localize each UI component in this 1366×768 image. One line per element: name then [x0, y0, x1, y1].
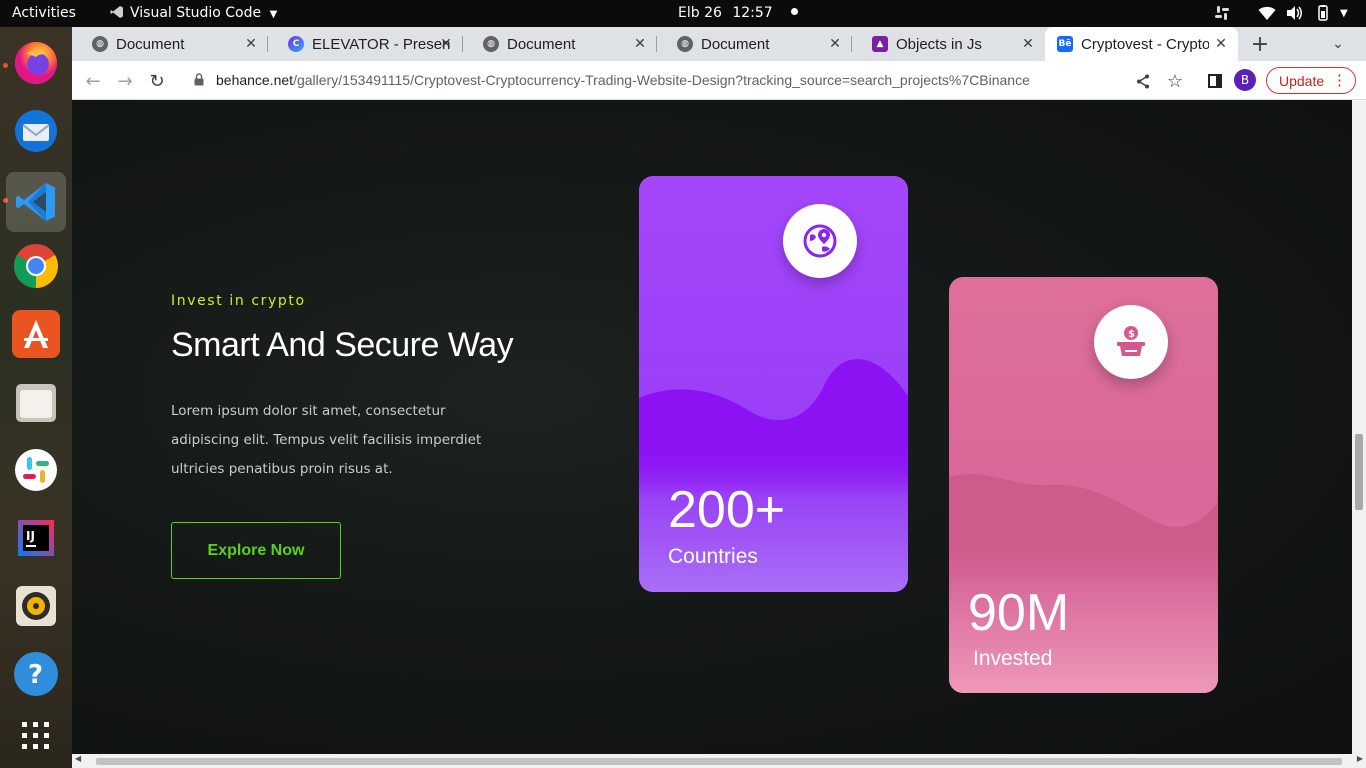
forward-button[interactable]: →	[112, 68, 138, 94]
software-center-icon[interactable]	[12, 310, 60, 358]
thunderbird-icon[interactable]	[12, 107, 60, 155]
tab-search-chevron-icon[interactable]: ⌄	[1325, 31, 1351, 57]
app-name: Visual Studio Code	[130, 5, 262, 21]
clock[interactable]: Elb 26 12:57	[678, 5, 799, 22]
reload-button[interactable]: ↻	[144, 68, 170, 94]
classroom-icon: ▲	[872, 36, 888, 52]
globe-icon: ◍	[677, 36, 693, 52]
behance-icon: Bē	[1057, 36, 1073, 52]
system-menu-caret-icon[interactable]: ▼	[1340, 5, 1348, 22]
scroll-right-arrow-icon[interactable]: ▶	[1357, 754, 1363, 763]
dock: IJ ?	[0, 27, 72, 768]
close-tab-icon[interactable]: ✕	[1019, 35, 1037, 53]
hero-eyebrow: Invest in crypto	[171, 293, 306, 309]
tab-title: Document	[701, 35, 770, 53]
globe-icon: ◍	[92, 36, 108, 52]
slack-tray-icon[interactable]	[1214, 5, 1230, 26]
stat-value: 200+	[668, 481, 786, 539]
hero-title: Smart And Secure Way	[171, 326, 514, 364]
show-applications-icon[interactable]	[12, 712, 60, 760]
hero-description: Lorem ipsum dolor sit amet, consectetur …	[171, 403, 482, 477]
tab-cryptovest[interactable]: Bē Cryptovest - Crypto ✕	[1045, 27, 1238, 61]
stat-card-invested: $ 90M Invested	[949, 277, 1218, 693]
vscode-small-icon	[110, 5, 124, 19]
vscode-icon[interactable]	[6, 172, 66, 232]
tab-title: Cryptovest - Crypto	[1081, 35, 1209, 53]
scrollbar-thumb[interactable]	[1355, 434, 1363, 510]
files-icon[interactable]	[12, 378, 60, 426]
browser-toolbar: ← → ↻ behance.net/gallery/153491115/Cryp…	[72, 61, 1366, 100]
horizontal-scrollbar[interactable]: ◀ ▶	[72, 754, 1366, 768]
url-path: /gallery/153491115/Cryptovest-Cryptocurr…	[293, 72, 1030, 88]
lock-icon	[194, 66, 204, 95]
tab-title: Document	[116, 35, 185, 53]
close-tab-icon[interactable]: ✕	[631, 35, 649, 53]
tab-document-2[interactable]: ◍ Document ✕	[463, 27, 657, 61]
notification-dot-icon	[791, 8, 799, 15]
system-top-bar: Activities Visual Studio Code ▼ Elb 26 1…	[0, 0, 1366, 27]
rhythmbox-icon[interactable]	[12, 582, 60, 630]
tab-title: ELEVATOR - Presen	[312, 35, 450, 53]
update-button[interactable]: Update ⋮	[1266, 67, 1356, 94]
close-tab-icon[interactable]: ✕	[242, 35, 260, 53]
svg-text:?: ?	[28, 660, 43, 690]
more-menu-icon: ⋮	[1332, 72, 1347, 89]
svg-text:IJ: IJ	[26, 529, 35, 543]
vertical-scrollbar[interactable]	[1352, 100, 1366, 754]
explore-now-button[interactable]: Explore Now	[171, 522, 341, 579]
profile-avatar[interactable]: B	[1234, 69, 1256, 91]
help-icon[interactable]: ?	[12, 650, 60, 698]
firefox-icon[interactable]	[12, 39, 60, 87]
tab-elevator[interactable]: C ELEVATOR - Presen ✕	[268, 27, 463, 61]
stat-label: Countries	[668, 545, 758, 568]
behance-project-viewer: Invest in crypto Smart And Secure Way Lo…	[72, 100, 1352, 754]
back-button[interactable]: ←	[80, 68, 106, 94]
update-label: Update	[1279, 72, 1325, 89]
tab-objects-in-js[interactable]: ▲ Objects in Js ✕	[852, 27, 1045, 61]
stat-value: 90M	[968, 584, 1070, 642]
canva-icon: C	[288, 36, 304, 52]
side-panel-icon[interactable]	[1202, 68, 1228, 94]
tab-document-1[interactable]: ◍ Document ✕	[72, 27, 268, 61]
slack-icon[interactable]	[12, 446, 60, 494]
new-tab-button[interactable]: +	[1247, 31, 1273, 57]
date-label: Elb 26	[678, 5, 722, 21]
caret-down-icon: ▼	[269, 9, 278, 20]
tab-strip: ◍ Document ✕ C ELEVATOR - Presen ✕ ◍ Doc…	[72, 27, 1366, 61]
scroll-left-arrow-icon[interactable]: ◀	[75, 754, 81, 763]
close-tab-icon[interactable]: ✕	[826, 35, 844, 53]
intellij-icon[interactable]: IJ	[12, 514, 60, 562]
battery-icon[interactable]	[1314, 5, 1332, 26]
chrome-icon[interactable]	[12, 242, 60, 290]
time-label: 12:57	[732, 5, 773, 21]
url-host: behance.net	[216, 72, 294, 88]
stat-label: Invested	[973, 647, 1053, 670]
app-menu[interactable]: Visual Studio Code ▼	[110, 5, 277, 23]
close-tab-icon[interactable]: ✕	[437, 35, 455, 53]
stat-card-countries: 200+ Countries	[639, 176, 908, 592]
svg-text:$: $	[1128, 329, 1135, 340]
wifi-icon[interactable]	[1258, 5, 1276, 26]
activities-button[interactable]: Activities	[12, 5, 76, 22]
globe-pin-icon	[783, 204, 857, 278]
share-icon[interactable]	[1130, 68, 1156, 94]
scrollbar-thumb[interactable]	[96, 758, 1342, 765]
bookmark-star-icon[interactable]: ☆	[1162, 68, 1188, 94]
running-indicator	[3, 63, 8, 68]
tab-title: Objects in Js	[896, 35, 982, 53]
address-bar[interactable]: behance.net/gallery/153491115/Cryptovest…	[182, 66, 1204, 95]
tab-title: Document	[507, 35, 576, 53]
globe-icon: ◍	[483, 36, 499, 52]
money-box-icon: $	[1094, 305, 1168, 379]
close-tab-icon[interactable]: ✕	[1212, 35, 1230, 53]
tab-document-3[interactable]: ◍ Document ✕	[657, 27, 852, 61]
volume-icon[interactable]	[1286, 5, 1304, 26]
